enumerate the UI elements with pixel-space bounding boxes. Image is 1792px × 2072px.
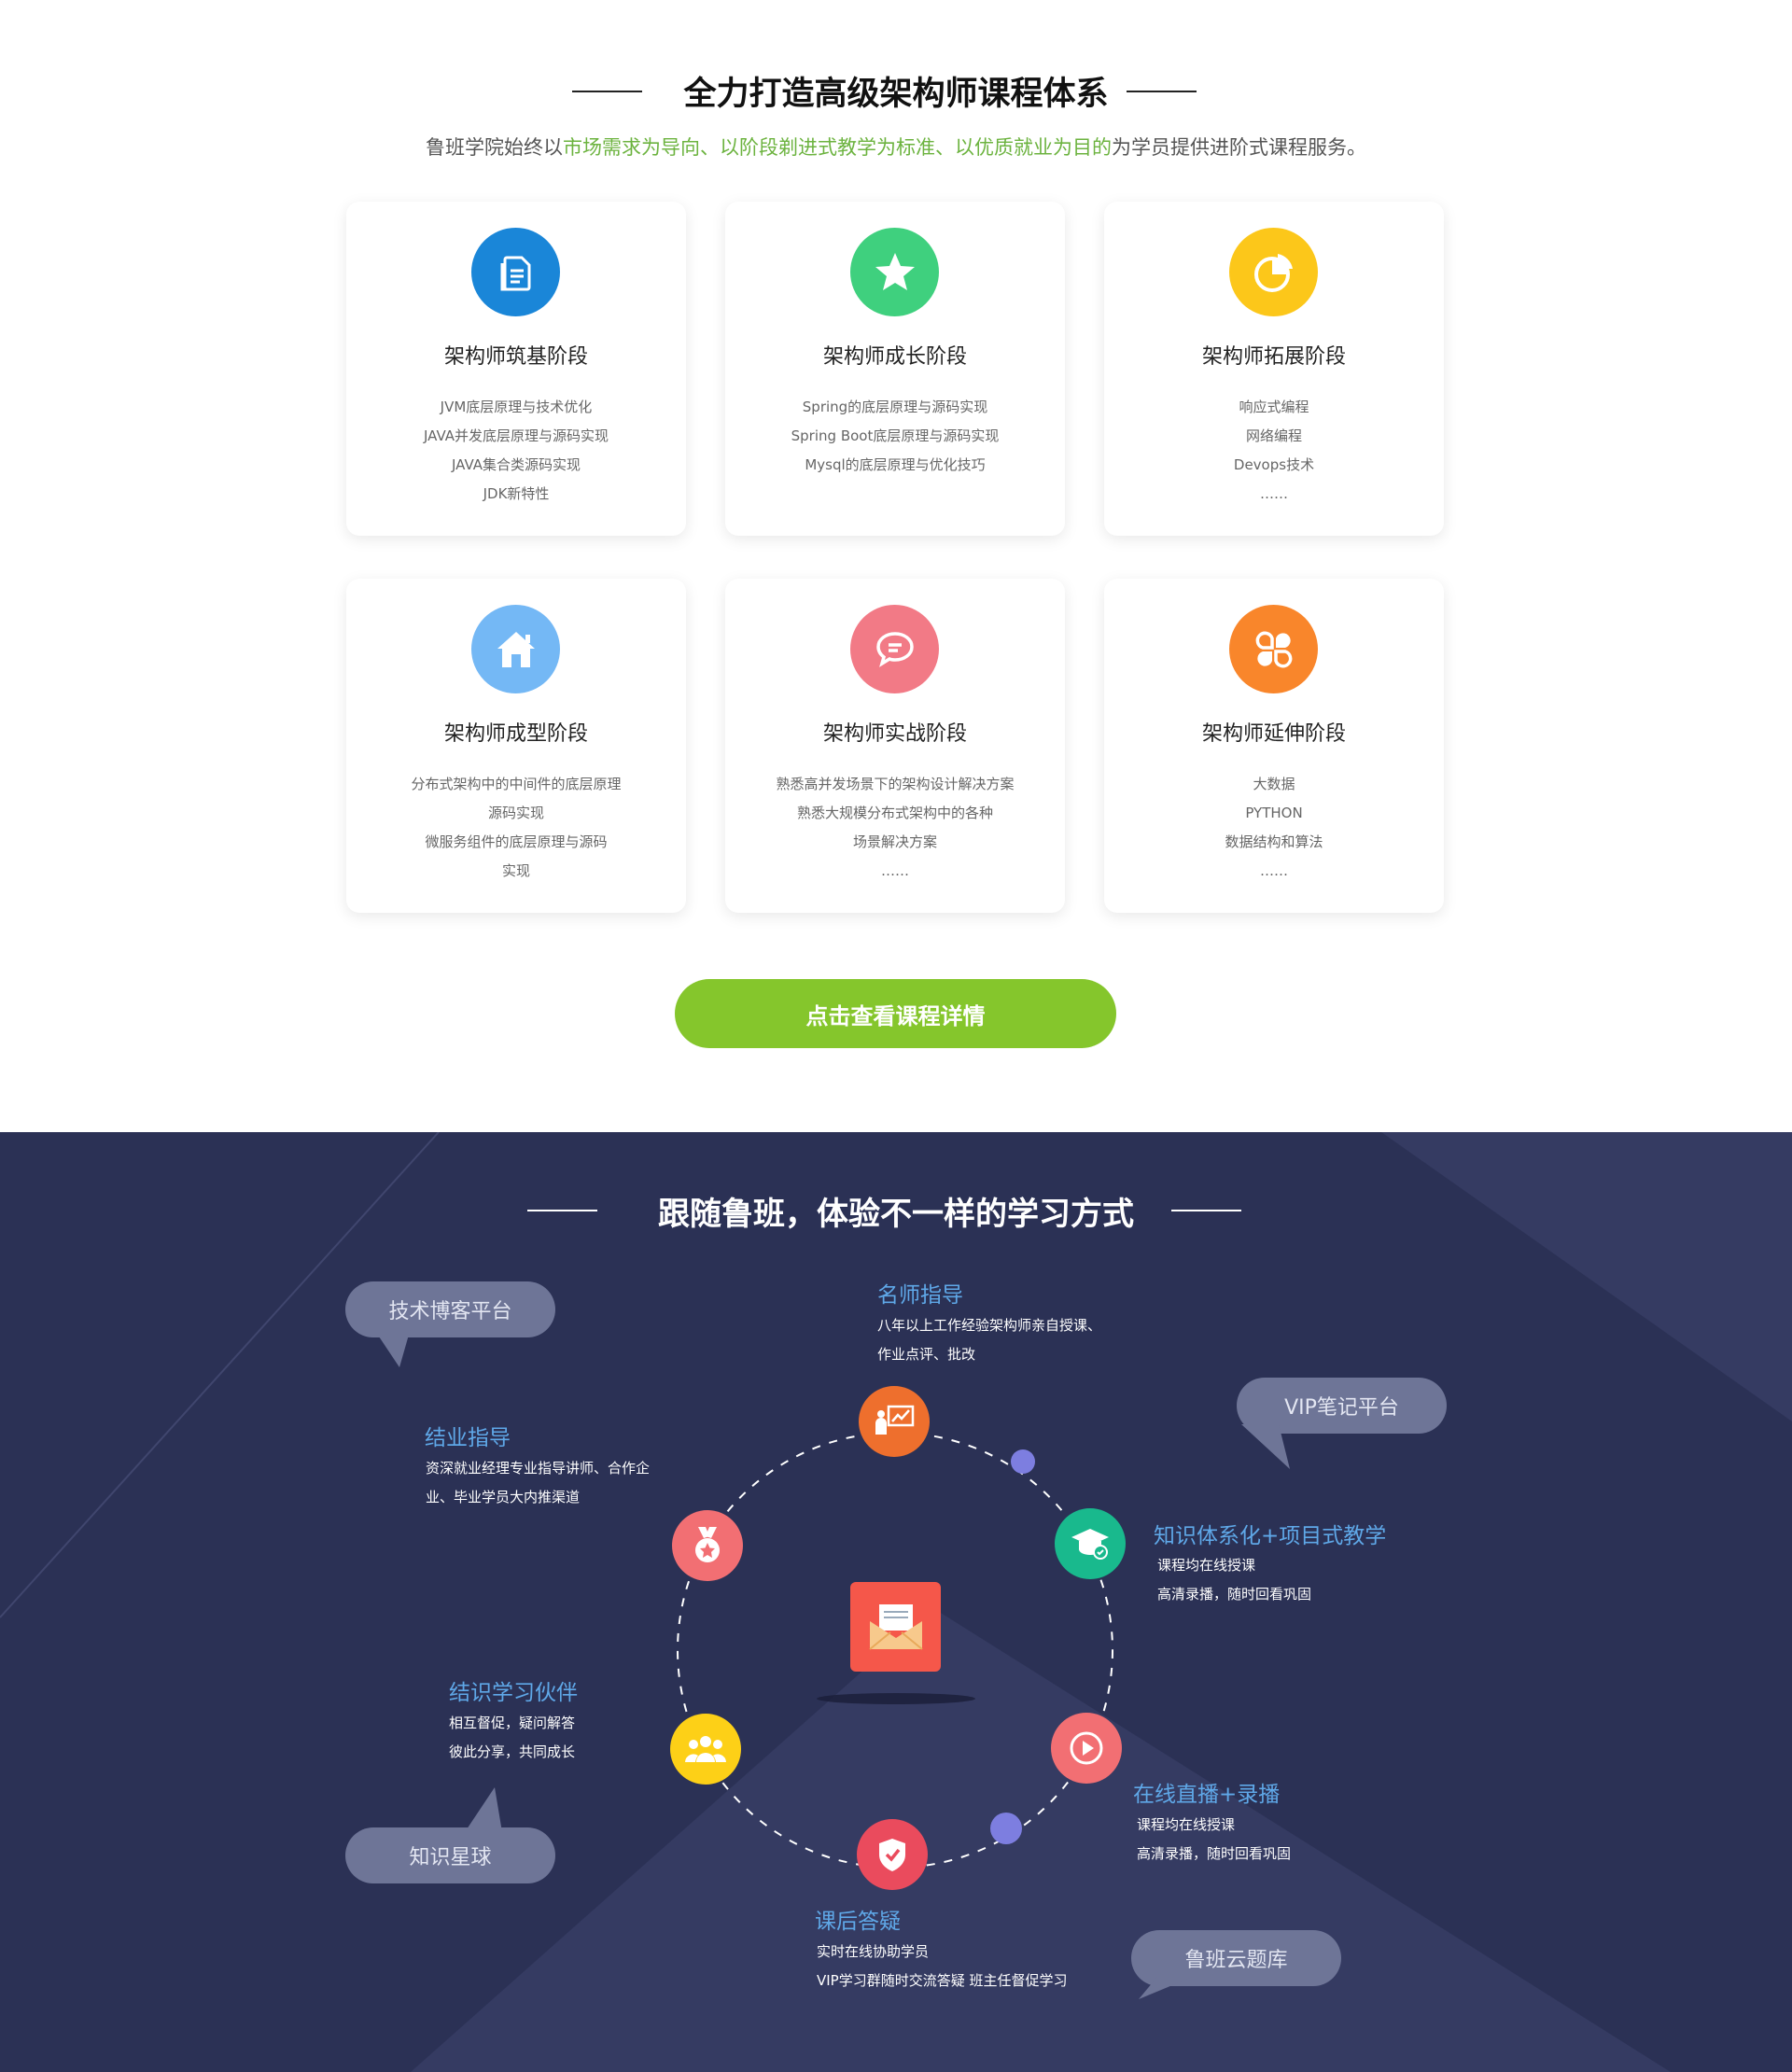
feature-mentor-desc: 八年以上工作经验架构师亲自授课、 作业点评、批改	[877, 1311, 1101, 1369]
card-title: 架构师拓展阶段	[1201, 345, 1346, 369]
card-item: ……	[1260, 485, 1288, 502]
group-icon	[670, 1714, 741, 1785]
subtitle-prefix: 鲁班学院始终以	[426, 136, 563, 159]
course-system-section: 全力打造高级架构师课程体系 鲁班学院始终以市场需求为导向、以阶段剃进式教学为标准…	[0, 0, 1792, 1132]
feature-partner-desc: 相互督促，疑问解答 彼此分享，共同成长	[449, 1709, 575, 1767]
section-subtitle: 鲁班学院始终以市场需求为导向、以阶段剃进式教学为标准、以优质就业为目的为学员提供…	[280, 133, 1512, 161]
bubble-label: VIP笔记平台	[1284, 1396, 1399, 1420]
card-title: 架构师成长阶段	[822, 345, 967, 369]
card-item: ……	[881, 862, 909, 879]
course-card-extension[interactable]: 架构师延伸阶段 大数据 PYTHON 数据结构和算法 ……	[1104, 579, 1444, 913]
card-item: 熟悉大规模分布式架构中的各种	[796, 805, 993, 821]
feature-line: 高清录播，随时回看巩固	[1137, 1845, 1292, 1862]
home-icon	[471, 605, 560, 693]
card-item: ……	[1260, 862, 1288, 879]
knowledge-planet-bubble[interactable]: 知识星球	[345, 1827, 555, 1883]
tech-blog-bubble-tail	[373, 1328, 411, 1367]
card-item: Devops技术	[1233, 456, 1315, 473]
feature-line: 彼此分享，共同成长	[449, 1743, 576, 1760]
feature-live-title: 在线直播+录播	[1133, 1783, 1281, 1807]
medal-icon	[672, 1510, 743, 1581]
card-item: 数据结构和算法	[1225, 833, 1323, 850]
cloud-question-bank-bubble-tail	[1139, 1977, 1193, 1999]
title-right-line	[1127, 91, 1197, 92]
card-items: Spring的底层原理与源码实现 Spring Boot底层原理与源码实现 My…	[735, 393, 1056, 480]
play-icon	[1051, 1713, 1122, 1784]
card-items: JVM底层原理与技术优化 JAVA并发底层原理与源码实现 JAVA集合类源码实现…	[356, 393, 677, 509]
shield-icon	[857, 1819, 928, 1890]
course-card-expansion[interactable]: 架构师拓展阶段 响应式编程 网络编程 Devops技术 ……	[1104, 202, 1444, 536]
feature-line: 相互督促，疑问解答	[449, 1715, 576, 1731]
card-item: 实现	[501, 862, 530, 879]
card-title: 架构师实战阶段	[822, 722, 967, 746]
course-card-formation[interactable]: 架构师成型阶段 分布式架构中的中间件的底层原理 源码实现 微服务组件的底层原理与…	[346, 579, 686, 913]
feature-system-title: 知识体系化+项目式教学	[1154, 1524, 1387, 1548]
ring-dot	[990, 1813, 1022, 1844]
card-item: 源码实现	[487, 805, 544, 821]
card-item: 微服务组件的底层原理与源码	[425, 833, 608, 850]
card-item: 分布式架构中的中间件的底层原理	[411, 776, 622, 792]
card-item: 熟悉高并发场景下的架构设计解决方案	[776, 776, 1015, 792]
feature-line: VIP学习群随时交流答疑 班主任督促学习	[817, 1972, 1068, 1989]
feature-line: 作业点评、批改	[877, 1346, 976, 1363]
ring-dot	[1011, 1449, 1035, 1474]
star-icon	[850, 228, 939, 316]
bubble-label: 知识星球	[409, 1846, 492, 1869]
feature-line: 课程均在线授课	[1157, 1557, 1256, 1574]
envelope-icon	[850, 1582, 941, 1672]
vip-notes-bubble-tail	[1241, 1424, 1290, 1469]
card-item: JDK新特性	[483, 485, 550, 502]
card-item: Spring的底层原理与源码实现	[802, 399, 988, 415]
clover-icon	[1229, 605, 1318, 693]
chat-icon	[850, 605, 939, 693]
card-item: 场景解决方案	[852, 833, 937, 850]
card-item: 网络编程	[1245, 427, 1302, 444]
course-card-growth[interactable]: 架构师成长阶段 Spring的底层原理与源码实现 Spring Boot底层原理…	[725, 202, 1065, 536]
feature-line: 业、毕业学员大内推渠道	[426, 1489, 581, 1505]
feature-line: 实时在线协助学员	[817, 1943, 930, 1960]
card-item: JAVA并发底层原理与源码实现	[423, 427, 609, 444]
feature-line: 课程均在线授课	[1137, 1816, 1236, 1833]
course-card-practice[interactable]: 架构师实战阶段 熟悉高并发场景下的架构设计解决方案 熟悉大规模分布式架构中的各种…	[725, 579, 1065, 913]
card-item: JVM底层原理与技术优化	[440, 399, 593, 415]
card-items: 分布式架构中的中间件的底层原理 源码实现 微服务组件的底层原理与源码 实现	[356, 770, 677, 886]
view-course-details-button[interactable]: 点击查看课程详情	[675, 979, 1116, 1048]
feature-live-desc: 课程均在线授课 高清录播，随时回看巩固	[1137, 1811, 1291, 1869]
card-item: Spring Boot底层原理与源码实现	[791, 427, 1000, 444]
card-items: 大数据 PYTHON 数据结构和算法 ……	[1113, 770, 1435, 886]
card-title: 架构师筑基阶段	[443, 345, 588, 369]
feature-partner-title: 结识学习伙伴	[449, 1681, 578, 1705]
feature-line: 八年以上工作经验架构师亲自授课、	[877, 1317, 1102, 1334]
feature-career-desc: 资深就业经理专业指导讲师、合作企 业、毕业学员大内推渠道	[426, 1454, 650, 1512]
feature-line: 高清录播，随时回看巩固	[1157, 1586, 1312, 1603]
feature-qa-title: 课后答疑	[815, 1910, 901, 1934]
feature-career-title: 结业指导	[425, 1426, 511, 1450]
course-card-foundation[interactable]: 架构师筑基阶段 JVM底层原理与技术优化 JAVA并发底层原理与源码实现 JAV…	[346, 202, 686, 536]
card-items: 熟悉高并发场景下的架构设计解决方案 熟悉大规模分布式架构中的各种 场景解决方案 …	[735, 770, 1056, 886]
bubble-label: 技术博客平台	[388, 1300, 512, 1323]
card-title: 架构师成型阶段	[443, 722, 588, 746]
subtitle-highlight: 市场需求为导向、以阶段剃进式教学为标准、以优质就业为目的	[563, 136, 1112, 159]
card-item: PYTHON	[1245, 805, 1303, 821]
bubble-label: 鲁班云题库	[1184, 1949, 1288, 1972]
subtitle-suffix: 为学员提供进阶式课程服务。	[1112, 136, 1366, 159]
mentor-presentation-icon	[859, 1386, 930, 1457]
card-item: 响应式编程	[1239, 399, 1309, 415]
feature-system-desc: 课程均在线授课 高清录播，随时回看巩固	[1157, 1551, 1311, 1609]
title-left-line	[572, 91, 642, 92]
pie-chart-icon	[1229, 228, 1318, 316]
learning-mode-section: 跟随鲁班，体验不一样的学习方式 技术博客平台 VIP笔记平台 知识星球 鲁班云题…	[0, 1132, 1792, 2072]
document-icon	[471, 228, 560, 316]
card-item: Mysql的底层原理与优化技巧	[805, 456, 986, 473]
card-item: 大数据	[1253, 776, 1295, 792]
graduation-cap-icon	[1055, 1508, 1126, 1579]
card-items: 响应式编程 网络编程 Devops技术 ……	[1113, 393, 1435, 509]
feature-mentor-title: 名师指导	[877, 1283, 963, 1308]
feature-line: 资深就业经理专业指导讲师、合作企	[426, 1460, 651, 1477]
card-item: JAVA集合类源码实现	[451, 456, 581, 473]
card-title: 架构师延伸阶段	[1201, 722, 1346, 746]
feature-qa-desc: 实时在线协助学员 VIP学习群随时交流答疑 班主任督促学习	[817, 1938, 1068, 1995]
section-title: 全力打造高级架构师课程体系	[683, 76, 1109, 113]
